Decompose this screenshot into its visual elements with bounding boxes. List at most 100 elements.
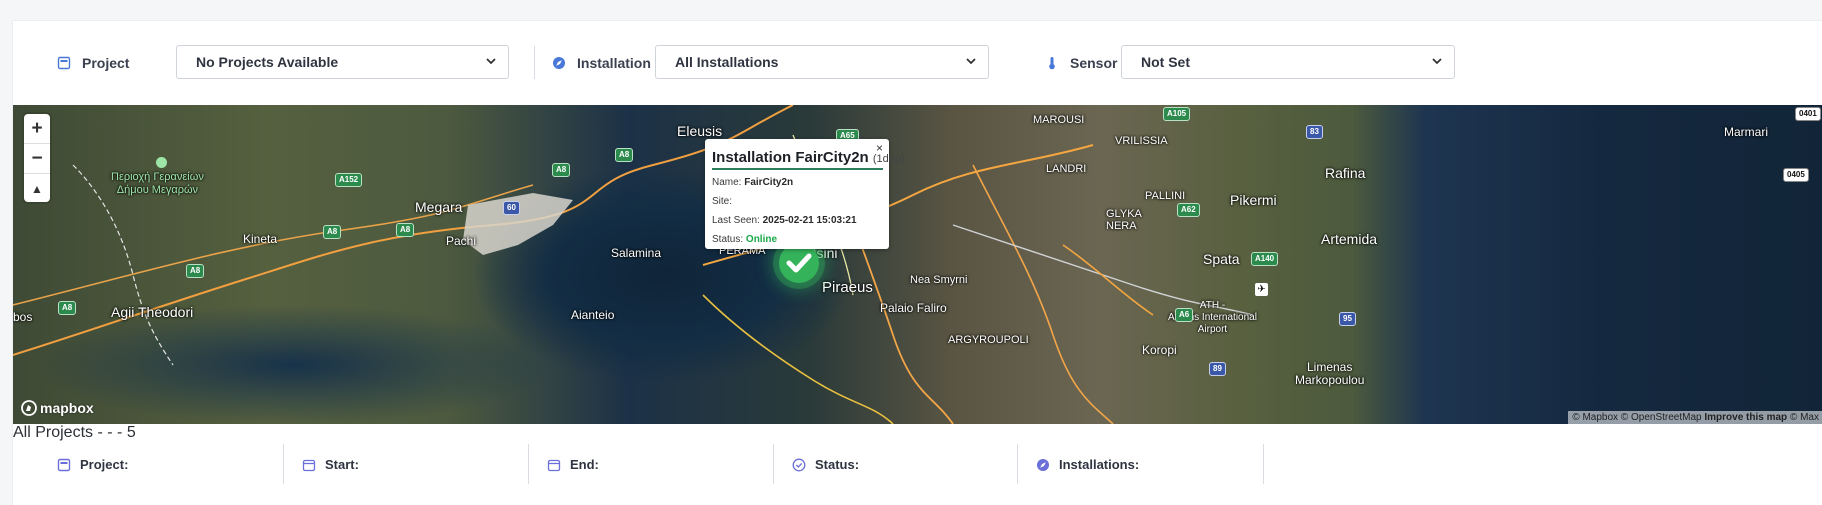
- filter-bar: Project No Projects Available Installati…: [13, 21, 1822, 104]
- popup-status-row: Status: Online: [712, 234, 777, 245]
- summary-divider: [773, 444, 774, 484]
- popup-divider: [712, 168, 883, 170]
- calendar-icon: [302, 458, 316, 472]
- popup-last-seen-value: 2025-02-21 15:03:21: [762, 215, 857, 226]
- road-shield: 83: [1306, 125, 1323, 139]
- summary-installations: Installations:: [1036, 424, 1139, 505]
- installation-filter-label: Installation: [552, 55, 651, 71]
- popup-name-label: Name:: [712, 177, 742, 188]
- sensor-filter-label: Sensor: [1045, 55, 1117, 71]
- compass-reset-button[interactable]: ▲: [24, 174, 50, 203]
- map-label: MAROUSI: [1033, 114, 1085, 126]
- mapbox-icon: [21, 400, 37, 416]
- map-label: Palaio Faliro: [880, 301, 947, 315]
- map-label: Eleusis: [677, 123, 723, 139]
- check-icon: [786, 253, 812, 273]
- attribution-osm-link[interactable]: © OpenStreetMap: [1621, 412, 1702, 423]
- installation-select[interactable]: All Installations: [655, 45, 989, 79]
- map-label: Salamina: [611, 246, 662, 260]
- popup-title: Installation FairCity2n (1ddp): [712, 149, 905, 166]
- popup-name-row: Name: FairCity2n: [712, 177, 793, 188]
- summary-bar: Project: All Projects Start: - End: - St…: [13, 424, 1822, 505]
- map-label: Pachi: [446, 234, 477, 248]
- map-label: Aianteio: [571, 308, 615, 322]
- project-select[interactable]: No Projects Available: [176, 45, 509, 79]
- project-icon: [57, 458, 71, 472]
- popup-name-value: FairCity2n: [744, 177, 794, 188]
- popup-title-id: (1ddp): [872, 153, 905, 165]
- project-filter-label: Project: [57, 55, 129, 71]
- map-label: Artemida: [1321, 231, 1378, 247]
- map-roads: [13, 105, 1254, 424]
- project-select-value: No Projects Available: [196, 54, 339, 70]
- road-shield: 0405: [1783, 168, 1809, 182]
- zoom-in-button[interactable]: +: [24, 114, 50, 144]
- map-label: LANDRI: [1046, 163, 1087, 175]
- attribution-maxar-link[interactable]: © Max: [1790, 412, 1819, 423]
- installation-marker[interactable]: [779, 243, 819, 283]
- summary-divider: [1263, 444, 1264, 484]
- map-label: ARGYROUPOLI: [948, 334, 1029, 346]
- summary-installations-label: Installations:: [1059, 457, 1140, 472]
- installation-select-value: All Installations: [675, 54, 779, 70]
- road-shield: 95: [1339, 312, 1356, 326]
- map-label: PALLINI: [1145, 190, 1186, 202]
- installation-label-text: Installation: [577, 55, 651, 71]
- map-label: VRILISSIA: [1115, 135, 1168, 147]
- summary-end-label: End:: [570, 457, 599, 472]
- road-shield: 89: [1209, 362, 1226, 376]
- road-shield: A8: [552, 163, 571, 177]
- summary-divider: [528, 444, 529, 484]
- map-label: Limenas Markopoulou: [1295, 360, 1365, 387]
- mapbox-logo-text: mapbox: [40, 400, 94, 416]
- map-view[interactable]: + − ▲ Eleusis MAROUSI VRILISSIA LANDRI P…: [13, 105, 1822, 424]
- map-label: Marmari: [1724, 125, 1768, 139]
- summary-start: Start:: [302, 424, 359, 505]
- map-label: Megara: [415, 199, 463, 215]
- map-attribution: © Mapbox © OpenStreetMap Improve this ma…: [1568, 411, 1822, 424]
- popup-site-label: Site:: [712, 196, 733, 207]
- zoom-out-button[interactable]: −: [24, 144, 50, 174]
- map-label: Koropi: [1142, 343, 1177, 357]
- sensor-select[interactable]: Not Set: [1121, 45, 1455, 79]
- summary-divider: [283, 444, 284, 484]
- summary-end: End:: [547, 424, 599, 505]
- filter-divider: [534, 46, 535, 79]
- chevron-down-icon: [1430, 54, 1444, 68]
- zoom-controls: + − ▲: [24, 114, 50, 202]
- calendar-icon: [547, 458, 561, 472]
- mapbox-logo[interactable]: mapbox: [21, 400, 94, 416]
- project-icon: [57, 56, 71, 70]
- check-circle-icon: [792, 458, 806, 472]
- project-label-text: Project: [82, 55, 130, 71]
- map-label: Rafina: [1325, 165, 1366, 181]
- installation-popup: × Installation FairCity2n (1ddp) Name: F…: [705, 139, 905, 249]
- map-label: Pikermi: [1230, 192, 1277, 208]
- map-label: GLYKA NERA: [1106, 208, 1142, 232]
- road-shield: A6: [1175, 308, 1194, 322]
- park-icon: [156, 157, 167, 168]
- summary-status-label: Status:: [815, 457, 860, 472]
- compass-icon: [552, 56, 566, 70]
- sensor-label-text: Sensor: [1070, 55, 1118, 71]
- map-label-park: Περιοχή Γερανείων Δήμου Μεγαρών: [111, 171, 204, 196]
- chevron-down-icon: [964, 54, 978, 68]
- map-label: Spata: [1203, 251, 1240, 267]
- road-shield: A62: [1177, 203, 1200, 217]
- summary-start-label: Start:: [325, 457, 359, 472]
- airport-icon: ✈: [1255, 283, 1268, 296]
- improve-map-link[interactable]: Improve this map: [1704, 412, 1787, 423]
- dashboard-card: Project No Projects Available Installati…: [12, 20, 1822, 505]
- popup-last-seen-label: Last Seen:: [712, 215, 760, 226]
- map-label: Agii Theodori: [111, 304, 194, 320]
- summary-divider: [1017, 444, 1018, 484]
- compass-icon: [1036, 458, 1050, 472]
- road-shield: A8: [396, 223, 415, 237]
- map-label: bos: [13, 310, 33, 324]
- popup-site-row: Site:: [712, 196, 732, 207]
- road-shield: A152: [335, 173, 363, 187]
- popup-title-text: Installation FairCity2n: [712, 149, 869, 166]
- road-shield: A8: [323, 225, 342, 239]
- summary-project-label: Project:: [80, 457, 129, 472]
- attribution-mapbox-link[interactable]: © Mapbox: [1572, 412, 1618, 423]
